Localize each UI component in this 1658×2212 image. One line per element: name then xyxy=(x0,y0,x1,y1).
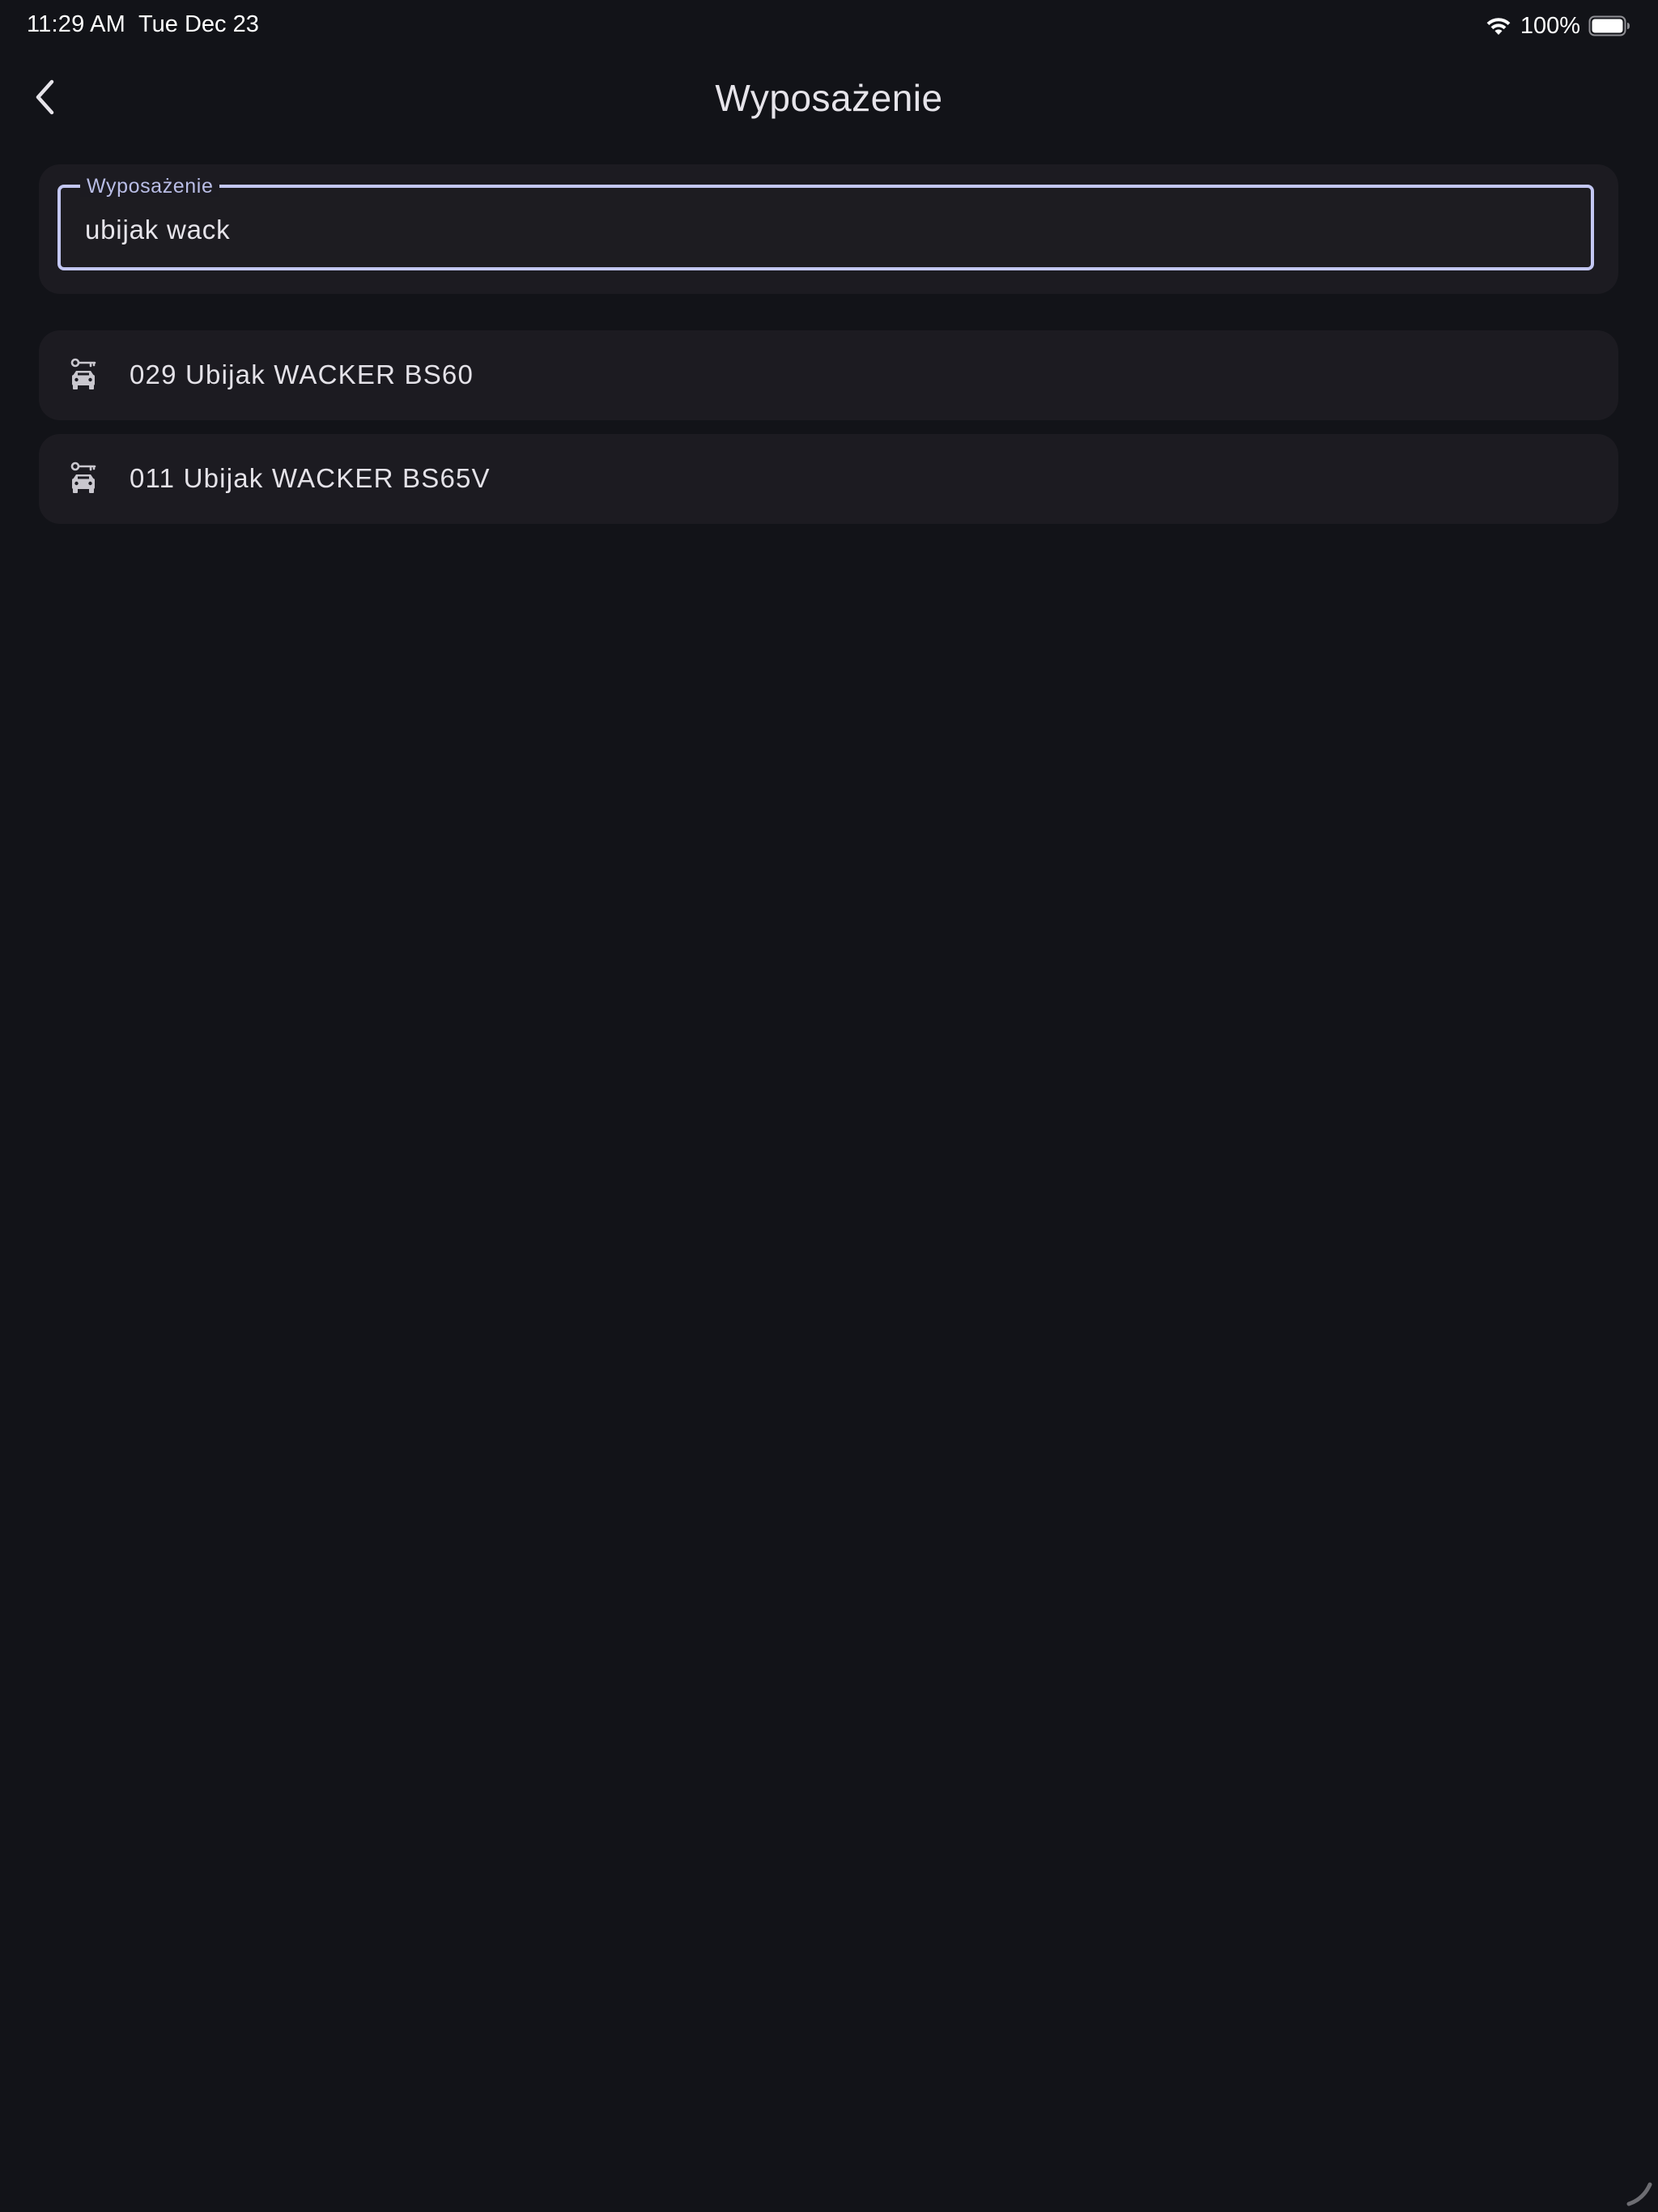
battery-icon xyxy=(1588,15,1630,36)
page-title: Wyposażenie xyxy=(715,77,943,119)
list-item-label: 029 Ubijak WACKER BS60 xyxy=(130,359,474,389)
battery-percent: 100% xyxy=(1520,12,1580,39)
equipment-key-car-icon xyxy=(70,358,96,389)
status-indicators: 100% xyxy=(1485,10,1630,42)
equipment-key-car-icon xyxy=(70,462,96,493)
equipment-search-screen: 11:29 AM Tue Dec 23 100% Wyposażenie Wyp… xyxy=(0,0,1658,2212)
result-list: 029 Ubijak WACKER BS60 011 Ubijak WACKER… xyxy=(39,330,1618,538)
list-item-label: 011 Ubijak WACKER BS65V xyxy=(130,463,491,493)
search-field-label: Wyposażenie xyxy=(80,176,220,197)
status-bar: 11:29 AM Tue Dec 23 100% xyxy=(0,0,1658,50)
status-time: 11:29 AM xyxy=(27,11,125,37)
wifi-icon xyxy=(1486,18,1511,35)
search-input[interactable] xyxy=(85,212,1542,248)
list-item[interactable]: 011 Ubijak WACKER BS65V xyxy=(39,434,1618,524)
app-bar: Wyposażenie xyxy=(0,50,1658,146)
corner-gesture-handle[interactable] xyxy=(1622,2176,1655,2209)
search-card: Wyposażenie xyxy=(39,164,1618,294)
list-item[interactable]: 029 Ubijak WACKER BS60 xyxy=(39,330,1618,420)
status-date: Tue Dec 23 xyxy=(138,11,259,37)
search-field[interactable]: Wyposażenie xyxy=(57,176,1594,270)
